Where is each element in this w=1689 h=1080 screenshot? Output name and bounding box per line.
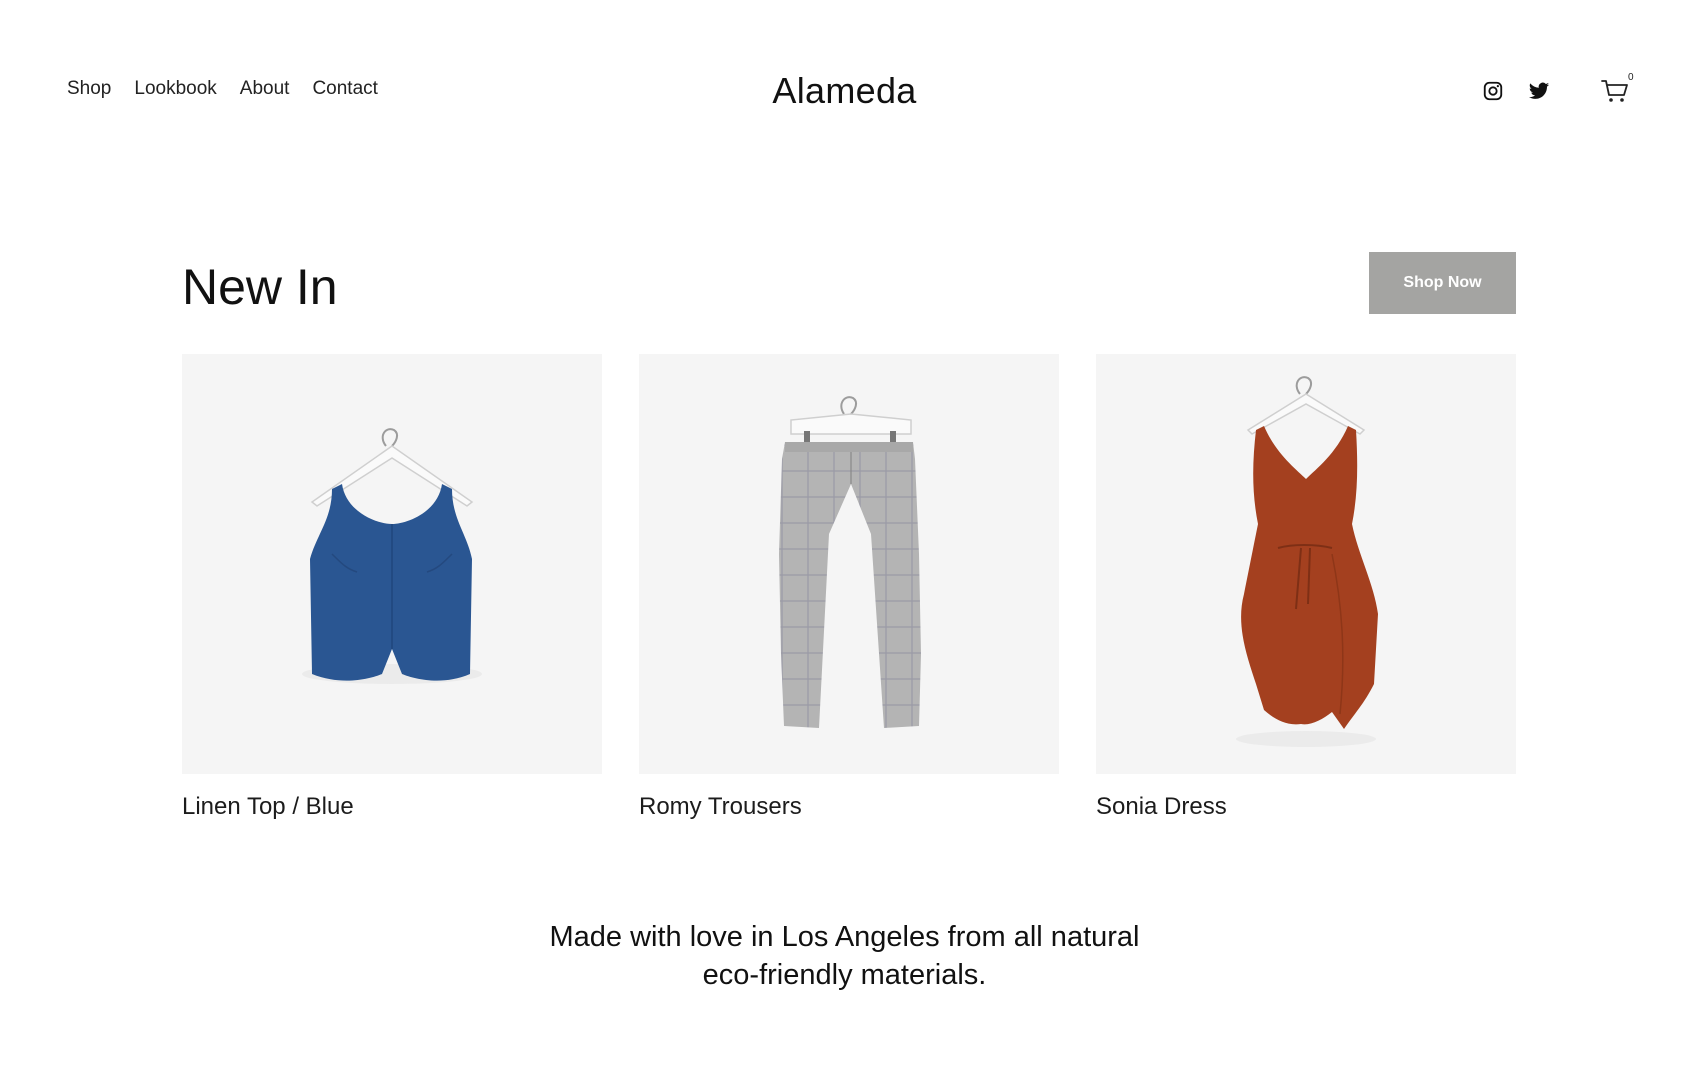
section-title: New In — [182, 259, 338, 315]
social-links — [1482, 80, 1550, 102]
shop-now-button[interactable]: Shop Now — [1369, 252, 1516, 314]
tagline-line-2: eco-friendly materials. — [702, 959, 987, 991]
product-name[interactable]: Sonia Dress — [1096, 793, 1516, 821]
product-card-romy-trousers[interactable]: Romy Trousers — [639, 354, 1059, 821]
product-name[interactable]: Romy Trousers — [639, 793, 1059, 821]
product-image-sonia-dress[interactable] — [1096, 354, 1516, 774]
brand-tagline: Made with love in Los Angeles from all n… — [0, 918, 1689, 994]
product-image-linen-top[interactable] — [182, 354, 602, 774]
product-card-linen-top[interactable]: Linen Top / Blue — [182, 354, 602, 821]
product-image-romy-trousers[interactable] — [639, 354, 1059, 774]
product-name[interactable]: Linen Top / Blue — [182, 793, 602, 821]
cart-count: 0 — [1628, 72, 1634, 83]
product-card-sonia-dress[interactable]: Sonia Dress — [1096, 354, 1516, 821]
cart-icon[interactable] — [1600, 76, 1630, 106]
brand-logo[interactable]: Alameda — [0, 70, 1689, 112]
tagline-line-1: Made with love in Los Angeles from all n… — [549, 921, 1140, 953]
twitter-icon[interactable] — [1528, 80, 1550, 102]
instagram-icon[interactable] — [1482, 80, 1504, 102]
